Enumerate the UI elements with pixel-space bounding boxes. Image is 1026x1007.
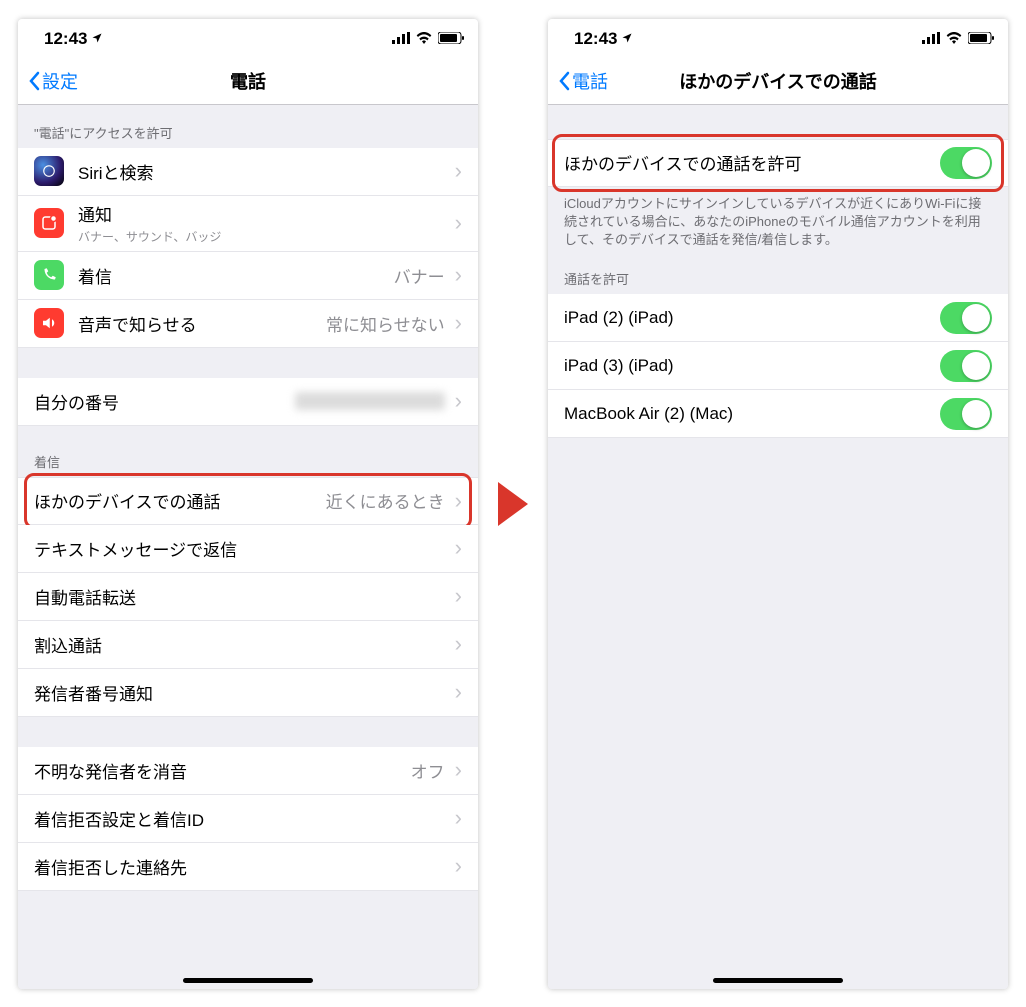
other-devices-label: ほかのデバイスでの通話 — [34, 488, 326, 513]
device-cell[interactable]: iPad (3) (iPad) — [548, 342, 1008, 390]
section-header-incoming: 着信 — [18, 426, 478, 477]
caller-id-notify-cell[interactable]: 発信者番号通知 › — [18, 669, 478, 717]
notif-label: 通知 — [78, 201, 449, 226]
device-label: iPad (3) (iPad) — [564, 356, 940, 376]
status-bar: 12:43 — [548, 19, 1008, 59]
notifications-cell[interactable]: 通知 バナー、サウンド、バッジ › — [18, 196, 478, 252]
footer-description: iCloudアカウントにサインインしているデバイスが近くにありWi-Fiに接続さ… — [548, 187, 1008, 266]
block-settings-label: 着信拒否設定と着信ID — [34, 806, 449, 831]
chevron-right-icon: › — [455, 388, 462, 414]
silence-unknown-cell[interactable]: 不明な発信者を消音 オフ › — [18, 747, 478, 795]
signal-icon — [392, 29, 410, 49]
section-header-allow: 通話を許可 — [548, 265, 1008, 294]
back-label: 電話 — [572, 68, 608, 94]
siri-cell[interactable]: Siriと検索 › — [18, 148, 478, 196]
caller-id-notify-label: 発信者番号通知 — [34, 680, 449, 705]
device-toggle[interactable] — [940, 398, 992, 430]
device-cell[interactable]: MacBook Air (2) (Mac) — [548, 390, 1008, 438]
notif-sublabel: バナー、サウンド、バッジ — [78, 228, 449, 245]
phone-settings-screen: 12:43 設定 電話 "電話"にアクセスを許可 — [18, 19, 478, 989]
location-icon — [621, 29, 633, 49]
call-forward-label: 自動電話転送 — [34, 584, 449, 609]
battery-icon — [438, 29, 464, 49]
page-title: 電話 — [18, 68, 478, 94]
nav-bar: 設定 電話 — [18, 59, 478, 105]
status-time: 12:43 — [44, 29, 87, 49]
incoming-style-cell[interactable]: 着信 バナー › — [18, 252, 478, 300]
chevron-left-icon — [28, 71, 40, 91]
allow-label: ほかのデバイスでの通話を許可 — [564, 150, 940, 175]
chevron-right-icon: › — [455, 535, 462, 561]
section-header-access: "電話"にアクセスを許可 — [18, 105, 478, 148]
phone-other-devices-screen: 12:43 電話 ほかのデバイスでの通話 ほかのデバイスでの通話 — [548, 19, 1008, 989]
incoming-label: 着信 — [78, 263, 394, 288]
chevron-right-icon: › — [455, 210, 462, 236]
allow-toggle[interactable] — [940, 147, 992, 179]
device-cell[interactable]: iPad (2) (iPad) — [548, 294, 1008, 342]
chevron-right-icon: › — [455, 158, 462, 184]
block-settings-cell[interactable]: 着信拒否設定と着信ID › — [18, 795, 478, 843]
page-title: ほかのデバイスでの通話 — [548, 68, 1008, 94]
speaker-icon — [34, 308, 64, 338]
siri-label: Siriと検索 — [78, 159, 449, 184]
device-toggle[interactable] — [940, 302, 992, 334]
blocked-contacts-cell[interactable]: 着信拒否した連絡先 › — [18, 843, 478, 891]
silence-unknown-label: 不明な発信者を消音 — [34, 758, 411, 783]
chevron-left-icon — [558, 71, 570, 91]
chevron-right-icon: › — [455, 631, 462, 657]
status-bar: 12:43 — [18, 19, 478, 59]
chevron-right-icon: › — [455, 805, 462, 831]
call-forwarding-cell[interactable]: 自動電話転送 › — [18, 573, 478, 621]
voice-label: 音声で知らせる — [78, 311, 326, 336]
back-button[interactable]: 設定 — [28, 68, 78, 94]
other-devices-value: 近くにあるとき — [326, 488, 445, 513]
chevron-right-icon: › — [455, 262, 462, 288]
settings-list[interactable]: "電話"にアクセスを許可 Siriと検索 › 通知 バナー、サウンド、バッジ ›… — [18, 105, 478, 989]
status-time: 12:43 — [574, 29, 617, 49]
notification-icon — [34, 208, 64, 238]
my-number-cell[interactable]: 自分の番号 › — [18, 378, 478, 426]
signal-icon — [922, 29, 940, 49]
chevron-right-icon: › — [455, 757, 462, 783]
chevron-right-icon: › — [455, 583, 462, 609]
incoming-value: バナー — [394, 263, 445, 288]
other-devices-cell[interactable]: ほかのデバイスでの通話 近くにあるとき › — [18, 477, 478, 525]
back-label: 設定 — [42, 68, 78, 94]
siri-icon — [34, 156, 64, 186]
chevron-right-icon: › — [455, 488, 462, 514]
call-waiting-label: 割込通話 — [34, 632, 449, 657]
settings-list[interactable]: ほかのデバイスでの通話を許可 iCloudアカウントにサインインしているデバイス… — [548, 105, 1008, 989]
phone-incoming-icon — [34, 260, 64, 290]
home-indicator[interactable] — [183, 978, 313, 983]
location-icon — [91, 29, 103, 49]
call-waiting-cell[interactable]: 割込通話 › — [18, 621, 478, 669]
device-toggle[interactable] — [940, 350, 992, 382]
device-label: MacBook Air (2) (Mac) — [564, 404, 940, 424]
chevron-right-icon: › — [455, 310, 462, 336]
wifi-icon — [946, 29, 962, 49]
text-reply-cell[interactable]: テキストメッセージで返信 › — [18, 525, 478, 573]
text-reply-label: テキストメッセージで返信 — [34, 536, 449, 561]
nav-bar: 電話 ほかのデバイスでの通話 — [548, 59, 1008, 105]
wifi-icon — [416, 29, 432, 49]
announce-calls-cell[interactable]: 音声で知らせる 常に知らせない › — [18, 300, 478, 348]
arrow-icon — [498, 482, 528, 526]
silence-unknown-value: オフ — [411, 758, 445, 783]
chevron-right-icon: › — [455, 853, 462, 879]
voice-value: 常に知らせない — [326, 311, 445, 336]
blocked-contacts-label: 着信拒否した連絡先 — [34, 854, 449, 879]
home-indicator[interactable] — [713, 978, 843, 983]
my-number-label: 自分の番号 — [34, 389, 295, 414]
device-label: iPad (2) (iPad) — [564, 308, 940, 328]
allow-other-devices-cell[interactable]: ほかのデバイスでの通話を許可 — [548, 139, 1008, 187]
battery-icon — [968, 29, 994, 49]
back-button[interactable]: 電話 — [558, 68, 608, 94]
redacted-number — [295, 392, 445, 410]
chevron-right-icon: › — [455, 679, 462, 705]
